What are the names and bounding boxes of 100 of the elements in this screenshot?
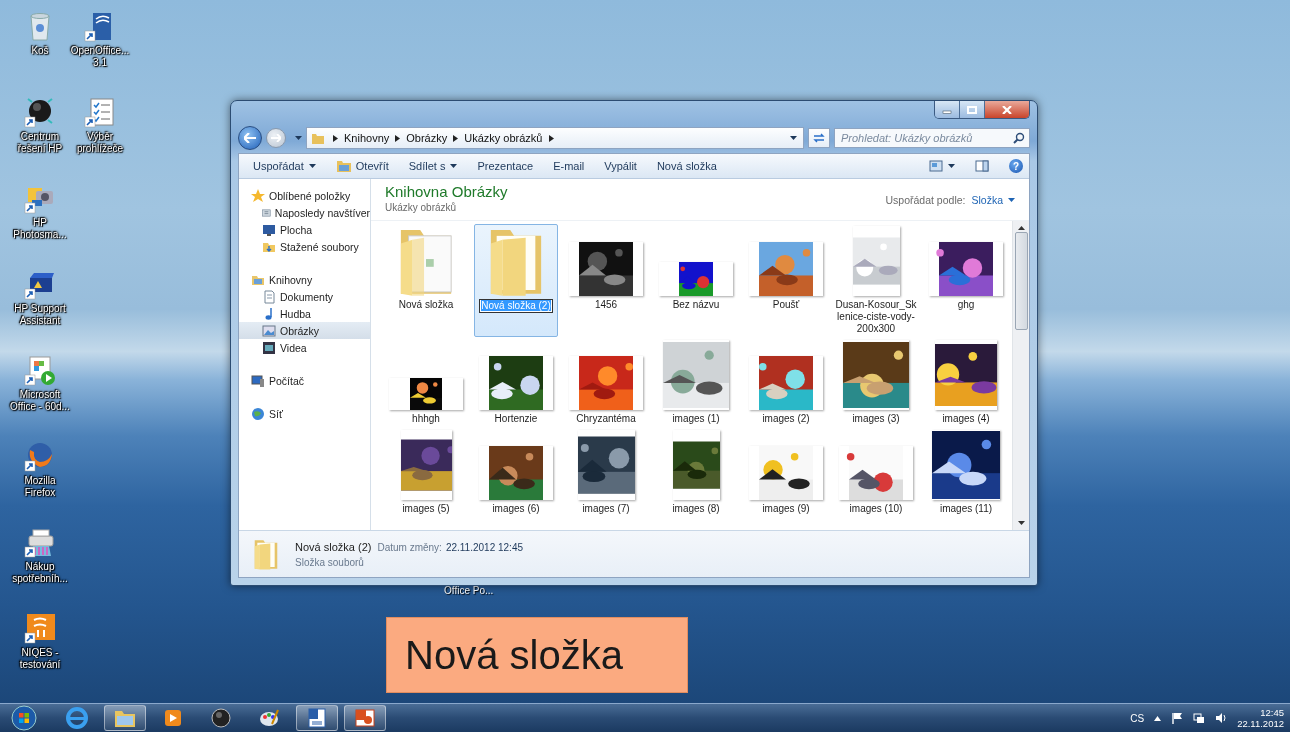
chevron-icon <box>395 134 401 142</box>
breadcrumb-item[interactable]: Ukázky obrázků <box>464 132 543 144</box>
file-item[interactable]: hhhgh <box>384 338 468 427</box>
chevron-icon <box>548 134 554 142</box>
file-name: Bez názvu <box>671 299 721 311</box>
nav-item[interactable]: Počítač <box>239 372 370 389</box>
toolbar-button[interactable]: Uspořádat <box>243 155 326 177</box>
file-item[interactable]: images (3) <box>834 338 918 427</box>
nav-item[interactable]: Naposledy navštíver <box>239 204 370 221</box>
taskbar-app-button[interactable] <box>296 705 338 731</box>
show-hidden-icons-icon <box>1154 715 1162 721</box>
file-item[interactable]: ghg <box>924 224 1008 337</box>
start-button[interactable] <box>8 705 40 731</box>
clock[interactable]: 12:45 22.11.2012 <box>1237 707 1284 729</box>
nav-item[interactable]: Dokumenty <box>239 288 370 305</box>
desktop-shortcut[interactable]: Mozilla Firefox <box>10 440 70 526</box>
caret-icon <box>308 164 316 168</box>
maximize-button[interactable] <box>960 101 985 118</box>
date-value: 22.11.2012 12:45 <box>445 541 523 553</box>
dropdown-caret-icon <box>790 136 797 140</box>
clock-date: 22.11.2012 <box>1237 718 1284 729</box>
nav-item[interactable]: Obrázky <box>239 322 370 339</box>
file-item[interactable]: images (5) <box>384 428 468 517</box>
file-name: images (1) <box>671 413 721 425</box>
file-name: images (4) <box>941 413 991 425</box>
computer-icon <box>251 373 265 388</box>
desktop-shortcut[interactable]: NIQES - testování <box>10 612 70 698</box>
file-item[interactable]: Chryzantéma <box>564 338 648 427</box>
desktop-shortcut[interactable]: Nákup spotřebníh... <box>10 526 70 612</box>
file-item[interactable]: 1456 <box>564 224 648 337</box>
back-button[interactable] <box>238 126 262 150</box>
file-item[interactable]: Dusan-Kosour_Sklenice-ciste-vody-200x300 <box>834 224 918 337</box>
item-type: Složka souborů <box>295 556 365 568</box>
file-item[interactable]: images (4) <box>924 338 1008 427</box>
start-orb-icon <box>11 705 37 731</box>
down-arrow-icon <box>1017 521 1025 525</box>
shortcut-label: Výběr prohlížeče <box>75 131 125 155</box>
file-item[interactable]: Nová složka <box>384 224 468 337</box>
file-name: hhhgh <box>411 413 441 425</box>
shortcut-label: Mozilla Firefox <box>23 475 57 499</box>
file-name: Hortenzie <box>493 413 539 425</box>
taskbar-app-button[interactable] <box>344 705 386 731</box>
file-name: Chryzantéma <box>575 413 637 425</box>
file-item[interactable]: Poušť <box>744 224 828 337</box>
file-item[interactable]: images (6) <box>474 428 558 517</box>
clock-time: 12:45 <box>1260 707 1284 718</box>
nav-item[interactable]: Plocha <box>239 221 370 238</box>
disc-icon <box>209 706 233 730</box>
up-arrow-icon <box>1017 226 1025 230</box>
nav-item[interactable]: Knihovny <box>239 271 370 288</box>
toolbar-button[interactable]: Sdílet s <box>398 155 468 177</box>
file-name: 1456 <box>593 299 619 311</box>
file-item[interactable]: images (11) <box>924 428 1008 517</box>
address-bar[interactable]: Knihovny Obrázky Ukázky obrázků <box>306 127 804 149</box>
film-icon <box>262 340 276 355</box>
close-button[interactable] <box>985 101 1029 118</box>
file-item[interactable]: images (2) <box>744 338 828 427</box>
browser-icon <box>65 706 89 730</box>
monitor-icon <box>262 222 276 237</box>
shortcut-label: HP Support Assistant <box>13 303 67 327</box>
chevron-icon <box>333 134 338 142</box>
file-item[interactable]: Hortenzie <box>474 338 558 427</box>
file-name: images (8) <box>671 503 721 515</box>
scrollbar[interactable] <box>1012 221 1029 530</box>
refresh-button[interactable] <box>808 128 830 148</box>
file-item[interactable]: images (8) <box>654 428 738 517</box>
maximize-icon <box>967 105 977 114</box>
forward-button[interactable] <box>266 128 286 148</box>
library-subtitle: Ukázky obrázků <box>385 202 458 213</box>
search-field[interactable]: Prohledat: Ukázky obrázků <box>834 128 1030 148</box>
breadcrumb-item[interactable]: Knihovny <box>344 132 390 144</box>
file-item[interactable]: images (9) <box>744 428 828 517</box>
network-icon <box>1193 712 1206 724</box>
toolbar-button[interactable]: Nová složka <box>646 155 727 177</box>
file-name: images (10) <box>848 503 904 515</box>
caption-banner: Nová složka <box>386 617 688 693</box>
nav-item[interactable]: Hudba <box>239 305 370 322</box>
language-indicator[interactable]: CS <box>1130 712 1145 724</box>
refresh-icon <box>813 133 825 143</box>
scrollbar-thumb[interactable] <box>1014 232 1028 330</box>
nav-item[interactable]: Videa <box>239 339 370 356</box>
nav-item[interactable]: Síť <box>239 405 370 422</box>
folder-icon <box>253 538 279 570</box>
minimize-button[interactable] <box>935 101 960 118</box>
toolbar-button[interactable]: Otevřít <box>325 155 399 177</box>
file-item[interactable]: images (1) <box>654 338 738 427</box>
nav-item[interactable]: Stažené soubory <box>239 238 370 255</box>
arrange-dropdown[interactable]: Složka <box>971 194 1015 206</box>
file-name: images (3) <box>851 413 901 425</box>
shortcut-label: OpenOffice... 3.1 <box>69 45 131 69</box>
taskbar-app-button[interactable] <box>104 705 146 731</box>
toolbar-button[interactable]: Prezentace <box>467 155 544 177</box>
file-item[interactable]: Bez názvu <box>654 224 738 337</box>
nav-item[interactable]: Oblíbené položky <box>239 187 370 204</box>
close-icon <box>1002 105 1012 114</box>
toolbar-button[interactable]: Vypálit <box>594 155 647 177</box>
breadcrumb-item[interactable]: Obrázky <box>406 132 448 144</box>
file-item[interactable]: images (7) <box>564 428 648 517</box>
file-item[interactable]: images (10) <box>834 428 918 517</box>
toolbar-button[interactable]: E-mail <box>543 155 595 177</box>
